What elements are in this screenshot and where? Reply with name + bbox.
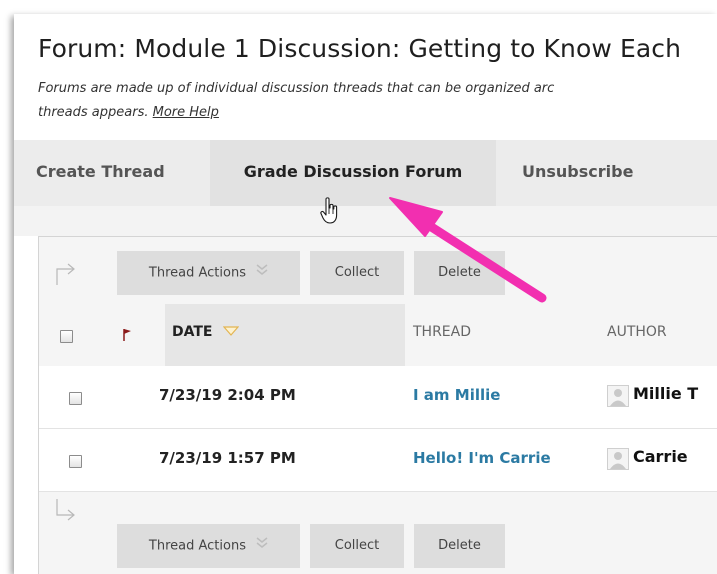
thread-actions-label: Thread Actions	[148, 265, 246, 281]
row-checkbox[interactable]	[69, 392, 82, 405]
chevron-down-icon	[256, 251, 268, 295]
thread-link[interactable]: Hello! I'm Carrie	[413, 449, 551, 467]
author-column-header[interactable]: AUTHOR	[607, 324, 667, 340]
forum-window: Forum: Module 1 Discussion: Getting to K…	[14, 14, 717, 574]
avatar-icon	[607, 448, 629, 470]
flag-icon	[122, 327, 132, 346]
row-author: Millie T	[633, 384, 699, 403]
avatar-icon	[607, 385, 629, 407]
sort-down-icon	[223, 324, 240, 340]
create-thread-button[interactable]: Create Thread	[14, 140, 210, 206]
thread-link[interactable]: I am Millie	[413, 386, 500, 404]
table-row: 7/23/19 1:57 PM Hello! I'm Carrie Carrie	[39, 429, 717, 492]
bracket-arrow-icon	[53, 259, 75, 285]
page-title: Forum: Module 1 Discussion: Getting to K…	[38, 34, 682, 63]
row-author: Carrie	[633, 447, 688, 466]
cursor-hand-icon	[320, 197, 340, 229]
thread-actions-button[interactable]: Thread Actions	[117, 524, 300, 568]
chevron-down-icon	[256, 524, 268, 568]
row-checkbox[interactable]	[69, 455, 82, 468]
collect-button[interactable]: Collect	[310, 251, 404, 295]
bracket-arrow-icon	[53, 497, 75, 523]
thread-actions-label: Thread Actions	[148, 538, 246, 554]
grade-discussion-forum-button[interactable]: Grade Discussion Forum	[210, 140, 496, 206]
description-line-1: Forums are made up of individual discuss…	[38, 81, 555, 96]
description-text: threads appears.	[38, 105, 153, 120]
date-header-label: DATE	[172, 324, 213, 340]
thread-column-header[interactable]: THREAD	[413, 324, 471, 340]
collect-button[interactable]: Collect	[310, 524, 404, 568]
spacer	[14, 206, 717, 236]
unsubscribe-button[interactable]: Unsubscribe	[496, 140, 696, 206]
delete-button[interactable]: Delete	[414, 524, 505, 568]
select-all-checkbox[interactable]	[60, 330, 73, 343]
date-column-header[interactable]: DATE	[172, 324, 240, 340]
row-date: 7/23/19 2:04 PM	[159, 386, 296, 404]
thread-actions-button[interactable]: Thread Actions	[117, 251, 300, 295]
threads-panel: Thread Actions Collect Delete DATE THREA…	[38, 236, 717, 574]
row-date: 7/23/19 1:57 PM	[159, 449, 296, 467]
more-help-link[interactable]: More Help	[153, 105, 219, 120]
forum-description: Forums are made up of individual discuss…	[38, 77, 708, 125]
action-bar: Create Thread Grade Discussion Forum Uns…	[14, 140, 717, 206]
table-row: 7/23/19 2:04 PM I am Millie Millie T	[39, 366, 717, 429]
delete-button[interactable]: Delete	[414, 251, 505, 295]
forum-header: Forum: Module 1 Discussion: Getting to K…	[14, 14, 717, 140]
description-line-2: threads appears. More Help	[38, 101, 708, 125]
